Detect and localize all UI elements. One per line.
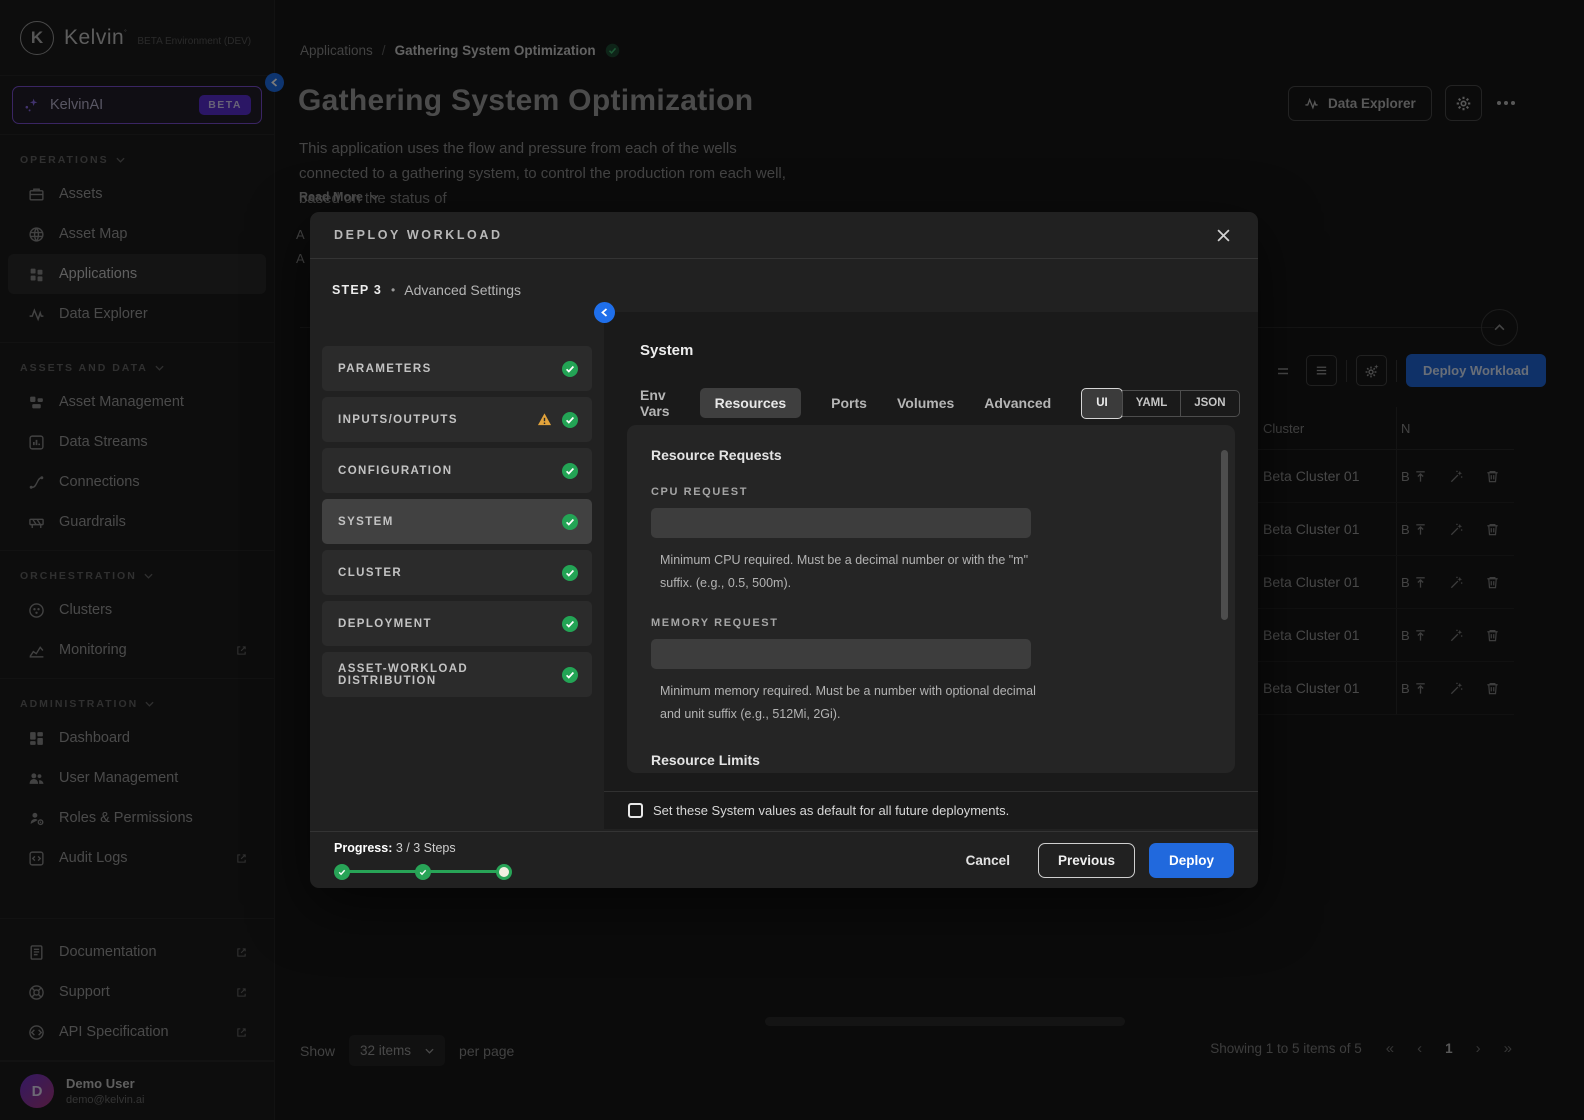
memory-request-label: MEMORY REQUEST: [651, 617, 779, 629]
step-inputs-outputs[interactable]: INPUTS/OUTPUTS: [322, 397, 592, 442]
memory-request-input[interactable]: [651, 639, 1031, 669]
modal-header: DEPLOY WORKLOAD: [310, 212, 1258, 259]
steps-navigation: PARAMETERS INPUTS/OUTPUTS CONFIGURATION …: [322, 346, 592, 697]
default-values-label: Set these System values as default for a…: [653, 803, 1010, 818]
tab-env-vars[interactable]: Env Vars: [640, 380, 670, 426]
progress-block: Progress: 3 / 3 Steps: [334, 841, 524, 880]
step-deployment[interactable]: DEPLOYMENT: [322, 601, 592, 646]
collapse-steps-button[interactable]: [594, 302, 615, 323]
deploy-button[interactable]: Deploy: [1148, 842, 1234, 878]
view-mode-yaml[interactable]: YAML: [1121, 390, 1181, 416]
view-mode-ui[interactable]: UI: [1081, 387, 1123, 419]
tab-volumes[interactable]: Volumes: [897, 388, 954, 418]
check-circle-icon: [562, 360, 578, 377]
check-circle-icon: [562, 666, 578, 683]
deploy-workload-modal: DEPLOY WORKLOAD STEP 3 • Advanced Settin…: [310, 212, 1258, 888]
check-circle-icon: [562, 615, 578, 632]
step-parameters[interactable]: PARAMETERS: [322, 346, 592, 391]
close-icon[interactable]: [1212, 224, 1234, 246]
progress-step-2-check-icon: [415, 863, 431, 880]
modal-footer: Progress: 3 / 3 Steps Cancel Previous De…: [310, 831, 1258, 888]
check-circle-icon: [562, 462, 578, 479]
vertical-scrollbar[interactable]: [1221, 450, 1228, 620]
step-system[interactable]: SYSTEM: [322, 499, 592, 544]
resource-limits-title: Resource Limits: [651, 752, 760, 768]
progress-track: [334, 863, 512, 880]
check-circle-icon: [562, 564, 578, 581]
default-values-row: Set these System values as default for a…: [604, 791, 1258, 829]
cancel-button[interactable]: Cancel: [952, 845, 1024, 876]
tab-advanced[interactable]: Advanced: [984, 388, 1051, 418]
step-cluster[interactable]: CLUSTER: [322, 550, 592, 595]
check-circle-icon: [562, 411, 578, 428]
resource-requests-title: Resource Requests: [651, 447, 782, 463]
chevron-left-icon: [601, 308, 608, 317]
step-indicator: STEP 3 • Advanced Settings: [332, 282, 521, 298]
view-mode-switch: UI YAML JSON: [1081, 387, 1240, 419]
modal-title: DEPLOY WORKLOAD: [334, 228, 503, 242]
settings-tabs: Env Vars Resources Ports Volumes Advance…: [640, 380, 1240, 426]
tab-resources[interactable]: Resources: [699, 388, 802, 418]
cpu-request-input[interactable]: [651, 508, 1031, 538]
progress-step-1-check-icon: [334, 863, 350, 880]
default-values-checkbox[interactable]: [628, 803, 643, 818]
resources-form: Resource Requests CPU REQUEST Minimum CP…: [627, 425, 1235, 773]
previous-button[interactable]: Previous: [1037, 842, 1135, 878]
view-mode-json[interactable]: JSON: [1180, 390, 1238, 416]
tab-ports[interactable]: Ports: [831, 388, 867, 418]
panel-title: System: [640, 342, 694, 359]
step-asset-workload-distribution[interactable]: ASSET-WORKLOAD DISTRIBUTION: [322, 652, 592, 697]
memory-request-hint: Minimum memory required. Must be a numbe…: [660, 684, 1036, 721]
cpu-request-label: CPU REQUEST: [651, 486, 749, 498]
system-settings-panel: System Env Vars Resources Ports Volumes …: [604, 312, 1258, 829]
warning-icon: [537, 412, 552, 427]
cpu-request-hint: Minimum CPU required. Must be a decimal …: [660, 553, 1029, 590]
step-name: Advanced Settings: [404, 282, 521, 298]
app-window: K Kelvin˚ BETA Environment (DEV) KelvinA…: [0, 0, 1584, 1120]
modal-actions: Cancel Previous Deploy: [952, 842, 1234, 878]
check-circle-icon: [562, 513, 578, 530]
step-number: STEP 3: [332, 283, 383, 297]
progress-text: Progress: 3 / 3 Steps: [334, 840, 456, 855]
step-configuration[interactable]: CONFIGURATION: [322, 448, 592, 493]
progress-step-3-current-icon: [496, 863, 512, 880]
